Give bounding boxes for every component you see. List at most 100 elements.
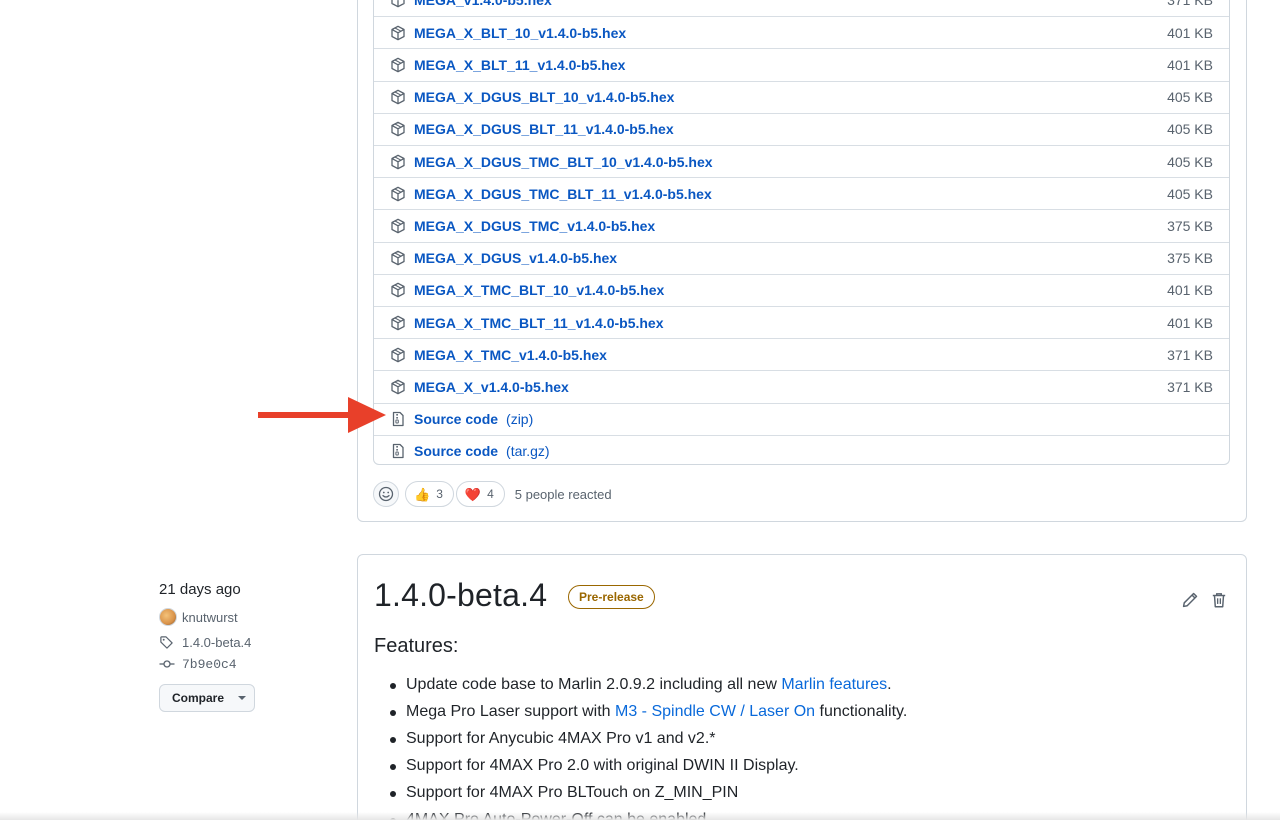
feature-text: Support for Anycubic 4MAX Pro v1 and v2.… <box>406 730 716 747</box>
avatar <box>159 608 177 626</box>
asset-row: MEGA_X_BLT_11_v1.4.0-b5.hex 401 KB <box>374 48 1229 80</box>
asset-link[interactable]: MEGA_X_DGUS_v1.4.0-b5.hex <box>414 250 617 266</box>
package-icon <box>390 0 406 8</box>
asset-archive-type[interactable]: (zip) <box>506 411 533 427</box>
feature-text-end: . <box>887 676 892 693</box>
compare-button[interactable]: Compare <box>159 684 255 712</box>
asset-link[interactable]: Source code <box>414 411 498 427</box>
release-date: 21 days ago <box>159 581 241 598</box>
feature-item: Update code base to Marlin 2.0.9.2 inclu… <box>388 675 1228 702</box>
bottom-edge <box>0 812 1280 820</box>
asset-row: MEGA_v1.4.0-b5.hex 371 KB <box>374 0 1229 16</box>
feature-text: Update code base to Marlin 2.0.9.2 inclu… <box>406 676 782 693</box>
compare-label: Compare <box>172 691 225 705</box>
release-commit[interactable]: 7b9e0c4 <box>159 656 339 672</box>
package-icon <box>390 282 406 298</box>
package-icon <box>390 25 406 41</box>
asset-size: 401 KB <box>1167 314 1213 331</box>
feature-text-end: functionality. <box>815 703 908 720</box>
tag-icon <box>159 634 175 650</box>
asset-size: 401 KB <box>1167 24 1213 41</box>
asset-row: Source code (zip) <box>374 402 1229 435</box>
release-author[interactable]: knutwurst <box>159 608 339 626</box>
reactions-summary: 5 people reacted <box>514 486 612 502</box>
asset-size: 405 KB <box>1167 121 1213 138</box>
package-icon <box>390 186 406 202</box>
package-icon <box>390 347 406 363</box>
release-meta: 21 days ago knutwurst 1.4.0-beta.4 7b9e0… <box>159 580 339 712</box>
asset-link[interactable]: MEGA_X_DGUS_TMC_BLT_10_v1.4.0-b5.hex <box>414 154 713 170</box>
release-tag[interactable]: 1.4.0-beta.4 <box>159 634 339 650</box>
asset-size: 405 KB <box>1167 89 1213 106</box>
feature-link[interactable]: M3 - Spindle CW / Laser On <box>615 703 815 720</box>
asset-archive-type[interactable]: (tar.gz) <box>506 443 550 459</box>
red-arrow-annotation <box>258 397 386 433</box>
reaction-heart-button[interactable]: ❤️ 4 <box>455 481 505 507</box>
asset-link[interactable]: MEGA_X_BLT_11_v1.4.0-b5.hex <box>414 57 625 73</box>
package-icon <box>390 154 406 170</box>
smiley-icon <box>378 486 394 502</box>
asset-size: 405 KB <box>1167 153 1213 170</box>
asset-row: MEGA_X_TMC_v1.4.0-b5.hex 371 KB <box>374 338 1229 370</box>
package-icon <box>390 379 406 395</box>
author-name: knutwurst <box>182 609 238 625</box>
package-icon <box>390 89 406 105</box>
asset-row: Source code (tar.gz) <box>374 434 1229 464</box>
package-icon <box>390 57 406 73</box>
file-zip-icon <box>390 411 406 427</box>
release-title[interactable]: 1.4.0-beta.4 <box>374 577 547 614</box>
asset-link[interactable]: MEGA_v1.4.0-b5.hex <box>414 0 552 8</box>
asset-row: MEGA_X_DGUS_TMC_BLT_10_v1.4.0-b5.hex 405 … <box>374 145 1229 177</box>
package-icon <box>390 250 406 266</box>
package-icon <box>390 315 406 331</box>
asset-link[interactable]: MEGA_X_BLT_10_v1.4.0-b5.hex <box>414 25 626 41</box>
heart-icon: ❤️ <box>464 486 482 502</box>
feature-item: Support for Anycubic 4MAX Pro v1 and v2.… <box>388 729 1228 756</box>
asset-link[interactable]: MEGA_X_DGUS_BLT_10_v1.4.0-b5.hex <box>414 89 674 105</box>
feature-text: Mega Pro Laser support with <box>406 703 615 720</box>
release-card-beta4: 1.4.0-beta.4 Pre-release Features: Updat… <box>357 554 1247 820</box>
file-zip-icon <box>390 443 406 459</box>
asset-row: MEGA_X_v1.4.0-b5.hex 371 KB <box>374 370 1229 402</box>
thumbs-up-count: 3 <box>436 487 443 501</box>
pencil-icon[interactable] <box>1181 591 1199 609</box>
asset-link[interactable]: MEGA_X_v1.4.0-b5.hex <box>414 379 569 395</box>
features-heading: Features: <box>374 635 459 657</box>
commit-sha: 7b9e0c4 <box>182 656 237 672</box>
thumbs-up-icon: 👍 <box>414 486 431 502</box>
trash-icon[interactable] <box>1210 591 1228 609</box>
add-reaction-button[interactable] <box>373 481 399 507</box>
assets-list: MEGA_v1.4.0-b5.hex 371 KB MEGA_X_BLT_10_v1… <box>373 0 1230 465</box>
asset-link[interactable]: Source code <box>414 443 498 459</box>
heart-count: 4 <box>487 487 494 501</box>
caret-down-icon <box>238 696 247 700</box>
feature-link[interactable]: Marlin features <box>781 676 887 693</box>
feature-item: Support for 4MAX Pro BLTouch on Z_MIN_PI… <box>388 783 1228 810</box>
feature-item: Support for 4MAX Pro 2.0 with original D… <box>388 756 1228 783</box>
asset-row: MEGA_X_DGUS_TMC_v1.4.0-b5.hex 375 KB <box>374 209 1229 241</box>
package-icon <box>390 121 406 137</box>
reactions-bar: 👍 3 ❤️ 4 5 people reacted <box>373 480 612 508</box>
asset-size: 405 KB <box>1167 185 1213 202</box>
feature-text: Support for 4MAX Pro 2.0 with original D… <box>406 757 799 774</box>
asset-link[interactable]: MEGA_X_TMC_v1.4.0-b5.hex <box>414 347 607 363</box>
asset-size: 371 KB <box>1167 0 1213 8</box>
reaction-thumbs-up-button[interactable]: 👍 3 <box>405 481 454 507</box>
tag-name: 1.4.0-beta.4 <box>182 634 252 650</box>
asset-row: MEGA_X_DGUS_v1.4.0-b5.hex 375 KB <box>374 241 1229 274</box>
feature-item: Mega Pro Laser support with M3 - Spindle… <box>388 702 1228 729</box>
asset-row: MEGA_X_DGUS_BLT_11_v1.4.0-b5.hex 405 KB <box>374 112 1229 145</box>
feature-text: Support for 4MAX Pro BLTouch on Z_MIN_PI… <box>406 784 739 801</box>
git-commit-icon <box>159 656 175 672</box>
asset-link[interactable]: MEGA_X_TMC_BLT_10_v1.4.0-b5.hex <box>414 282 664 298</box>
asset-row: MEGA_X_DGUS_TMC_BLT_11_v1.4.0-b5.hex 405 … <box>374 177 1229 209</box>
prerelease-badge: Pre-release <box>568 585 655 609</box>
asset-link[interactable]: MEGA_X_DGUS_TMC_BLT_11_v1.4.0-b5.hex <box>414 186 712 202</box>
package-icon <box>390 218 406 234</box>
asset-row: MEGA_X_TMC_BLT_11_v1.4.0-b5.hex 401 KB <box>374 306 1229 338</box>
asset-link[interactable]: MEGA_X_TMC_BLT_11_v1.4.0-b5.hex <box>414 315 664 331</box>
asset-link[interactable]: MEGA_X_DGUS_BLT_11_v1.4.0-b5.hex <box>414 121 674 137</box>
asset-link[interactable]: MEGA_X_DGUS_TMC_v1.4.0-b5.hex <box>414 218 655 234</box>
features-list: Update code base to Marlin 2.0.9.2 inclu… <box>388 675 1228 820</box>
asset-row: MEGA_X_BLT_10_v1.4.0-b5.hex 401 KB <box>374 16 1229 48</box>
